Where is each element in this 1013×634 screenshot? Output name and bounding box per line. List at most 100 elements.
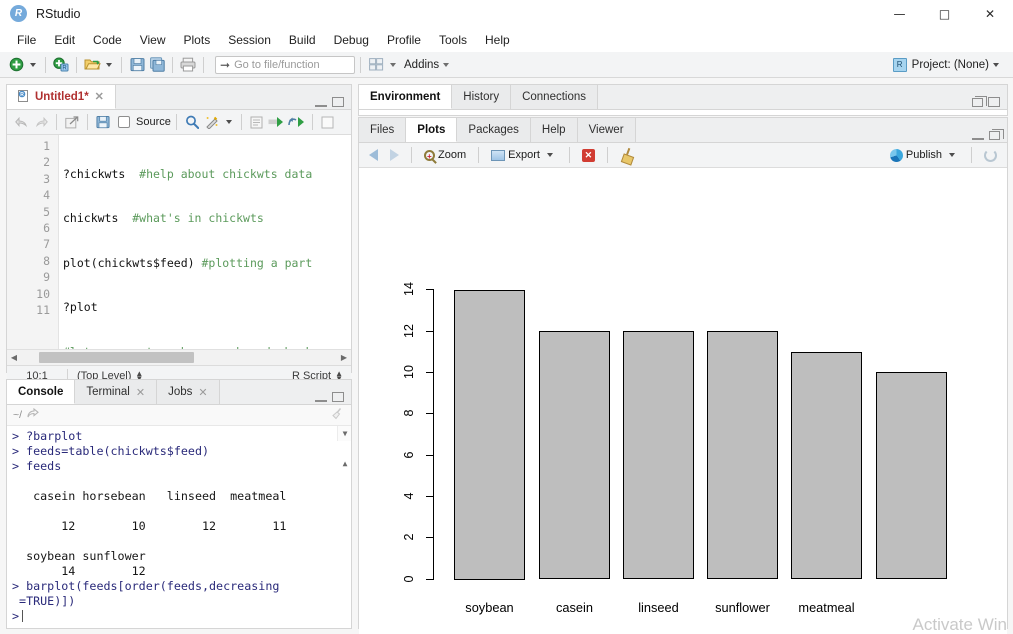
export-plot-button[interactable]: Export	[486, 147, 562, 163]
plot-canvas[interactable]: 0 2 4 6 8 10 12 14 soybean casein linsee…	[359, 168, 1007, 634]
maximize-icon[interactable]: □	[922, 0, 967, 28]
close-tab-icon[interactable]: ✕	[95, 90, 104, 103]
close-tab-icon[interactable]: ✕	[136, 386, 145, 399]
forward-arrow-icon[interactable]	[31, 113, 51, 132]
code-editor[interactable]: 1 2 3 4 5 6 7 8 9 10 11 ?chickwts #help …	[7, 135, 351, 349]
compile-report-icon[interactable]	[247, 113, 267, 132]
environment-pane-controls	[972, 97, 1007, 109]
maximize-icon[interactable]	[332, 97, 344, 107]
refresh-plot-button[interactable]	[979, 147, 1002, 164]
workspace-panes-icon[interactable]	[366, 55, 386, 74]
console-line: casein horsebean linseed meatmeal	[12, 489, 351, 504]
source-button-icon[interactable]	[318, 113, 338, 132]
open-file-dropdown-caret-icon[interactable]	[106, 63, 112, 67]
rerun-icon[interactable]	[287, 113, 307, 132]
tab-connections[interactable]: Connections	[511, 85, 598, 109]
open-folder-icon[interactable]	[82, 55, 102, 74]
print-icon[interactable]	[178, 55, 198, 74]
save-icon[interactable]	[127, 55, 147, 74]
back-arrow-icon[interactable]	[11, 113, 31, 132]
menu-profile[interactable]: Profile	[378, 30, 430, 50]
new-file-dropdown-caret-icon[interactable]	[30, 63, 36, 67]
zoom-plot-button[interactable]: + Zoom	[419, 147, 471, 163]
publish-button[interactable]: Publish	[885, 147, 964, 164]
publish-caret-icon[interactable]	[949, 153, 955, 157]
goto-file-function-input[interactable]: ➞ Go to file/function	[215, 56, 355, 74]
maximize-icon[interactable]	[332, 392, 344, 402]
menu-edit[interactable]: Edit	[45, 30, 84, 50]
menu-file[interactable]: File	[8, 30, 45, 50]
scroll-right-icon[interactable]: ▶	[337, 353, 351, 362]
show-in-new-window-icon[interactable]	[62, 113, 82, 132]
goto-file-placeholder: Go to file/function	[234, 59, 320, 71]
code-tools-icon[interactable]	[202, 113, 222, 132]
tab-terminal[interactable]: Terminal ✕	[75, 380, 157, 404]
menu-help[interactable]: Help	[476, 30, 519, 50]
tab-console[interactable]: Console	[7, 380, 75, 404]
close-icon[interactable]: ✕	[967, 0, 1013, 28]
bar-soybean	[454, 290, 525, 580]
menu-build[interactable]: Build	[280, 30, 325, 50]
minimize-icon[interactable]	[972, 130, 984, 140]
tab-viewer[interactable]: Viewer	[578, 118, 636, 142]
clear-console-broom-icon[interactable]	[331, 407, 345, 424]
workspace-panes-caret-icon[interactable]	[390, 63, 396, 67]
save-all-icon[interactable]	[147, 55, 167, 74]
close-tab-icon[interactable]: ✕	[198, 386, 207, 399]
next-plot-button[interactable]	[385, 147, 404, 163]
code-tools-caret-icon[interactable]	[226, 120, 232, 124]
tab-plots[interactable]: Plots	[406, 118, 457, 142]
project-selector[interactable]: R Project: (None)	[893, 58, 1007, 72]
console-output[interactable]: > ?barplot > feeds=table(chickwts$feed) …	[7, 426, 351, 627]
svg-text:R: R	[20, 92, 24, 98]
maximize-pane-icon[interactable]	[988, 97, 1000, 107]
source-on-save-checkbox[interactable]	[118, 116, 130, 128]
new-file-icon[interactable]	[6, 55, 26, 74]
remove-plot-button[interactable]: ✕	[577, 147, 600, 164]
restore-pane-icon[interactable]	[972, 98, 983, 107]
menu-tools[interactable]: Tools	[430, 30, 476, 50]
clear-plots-button[interactable]	[615, 146, 639, 164]
run-icon[interactable]	[267, 113, 287, 132]
console-vertical-scrollbar[interactable]: ▲ ▼	[337, 426, 351, 441]
zoom-label: Zoom	[438, 149, 466, 161]
tab-jobs[interactable]: Jobs ✕	[157, 380, 220, 404]
tab-label: Jobs	[168, 386, 192, 398]
minimize-icon[interactable]	[315, 97, 327, 107]
scroll-up-icon[interactable]: ▲	[338, 456, 351, 471]
menu-debug[interactable]: Debug	[325, 30, 378, 50]
open-in-window-icon[interactable]	[27, 408, 39, 422]
tab-history[interactable]: History	[452, 85, 511, 109]
minimize-icon[interactable]	[315, 392, 327, 402]
export-icon	[491, 150, 505, 161]
scroll-down-icon[interactable]: ▼	[338, 426, 351, 441]
export-caret-icon[interactable]	[547, 153, 553, 157]
tab-packages[interactable]: Packages	[457, 118, 531, 142]
scrollbar-track[interactable]	[21, 352, 337, 363]
line-number: 1	[7, 138, 58, 154]
new-project-icon[interactable]: R	[51, 55, 71, 74]
source-tab-untitled1[interactable]: R Untitled1* ✕	[7, 85, 116, 109]
console-line	[12, 504, 351, 519]
find-replace-icon[interactable]	[182, 113, 202, 132]
editor-horizontal-scrollbar[interactable]: ◀ ▶	[7, 349, 351, 365]
tab-environment[interactable]: Environment	[359, 85, 452, 109]
scroll-left-icon[interactable]: ◀	[7, 353, 21, 362]
y-tick	[426, 331, 434, 332]
addins-caret-icon[interactable]	[443, 63, 449, 67]
minimize-icon[interactable]: —	[877, 0, 922, 28]
save-icon[interactable]	[93, 113, 113, 132]
tab-files[interactable]: Files	[359, 118, 406, 142]
project-caret-icon[interactable]	[993, 63, 999, 67]
working-directory-label[interactable]: ~/	[13, 409, 22, 421]
previous-plot-button[interactable]	[364, 147, 383, 163]
menu-view[interactable]: View	[131, 30, 175, 50]
menu-code[interactable]: Code	[84, 30, 131, 50]
plots-tab-bar: Files Plots Packages Help Viewer	[359, 118, 1007, 143]
menu-plots[interactable]: Plots	[175, 30, 220, 50]
restore-pane-icon[interactable]	[989, 131, 1000, 140]
addins-button[interactable]: Addins	[404, 59, 439, 71]
scrollbar-thumb[interactable]	[39, 352, 194, 363]
tab-help[interactable]: Help	[531, 118, 578, 142]
menu-session[interactable]: Session	[219, 30, 280, 50]
